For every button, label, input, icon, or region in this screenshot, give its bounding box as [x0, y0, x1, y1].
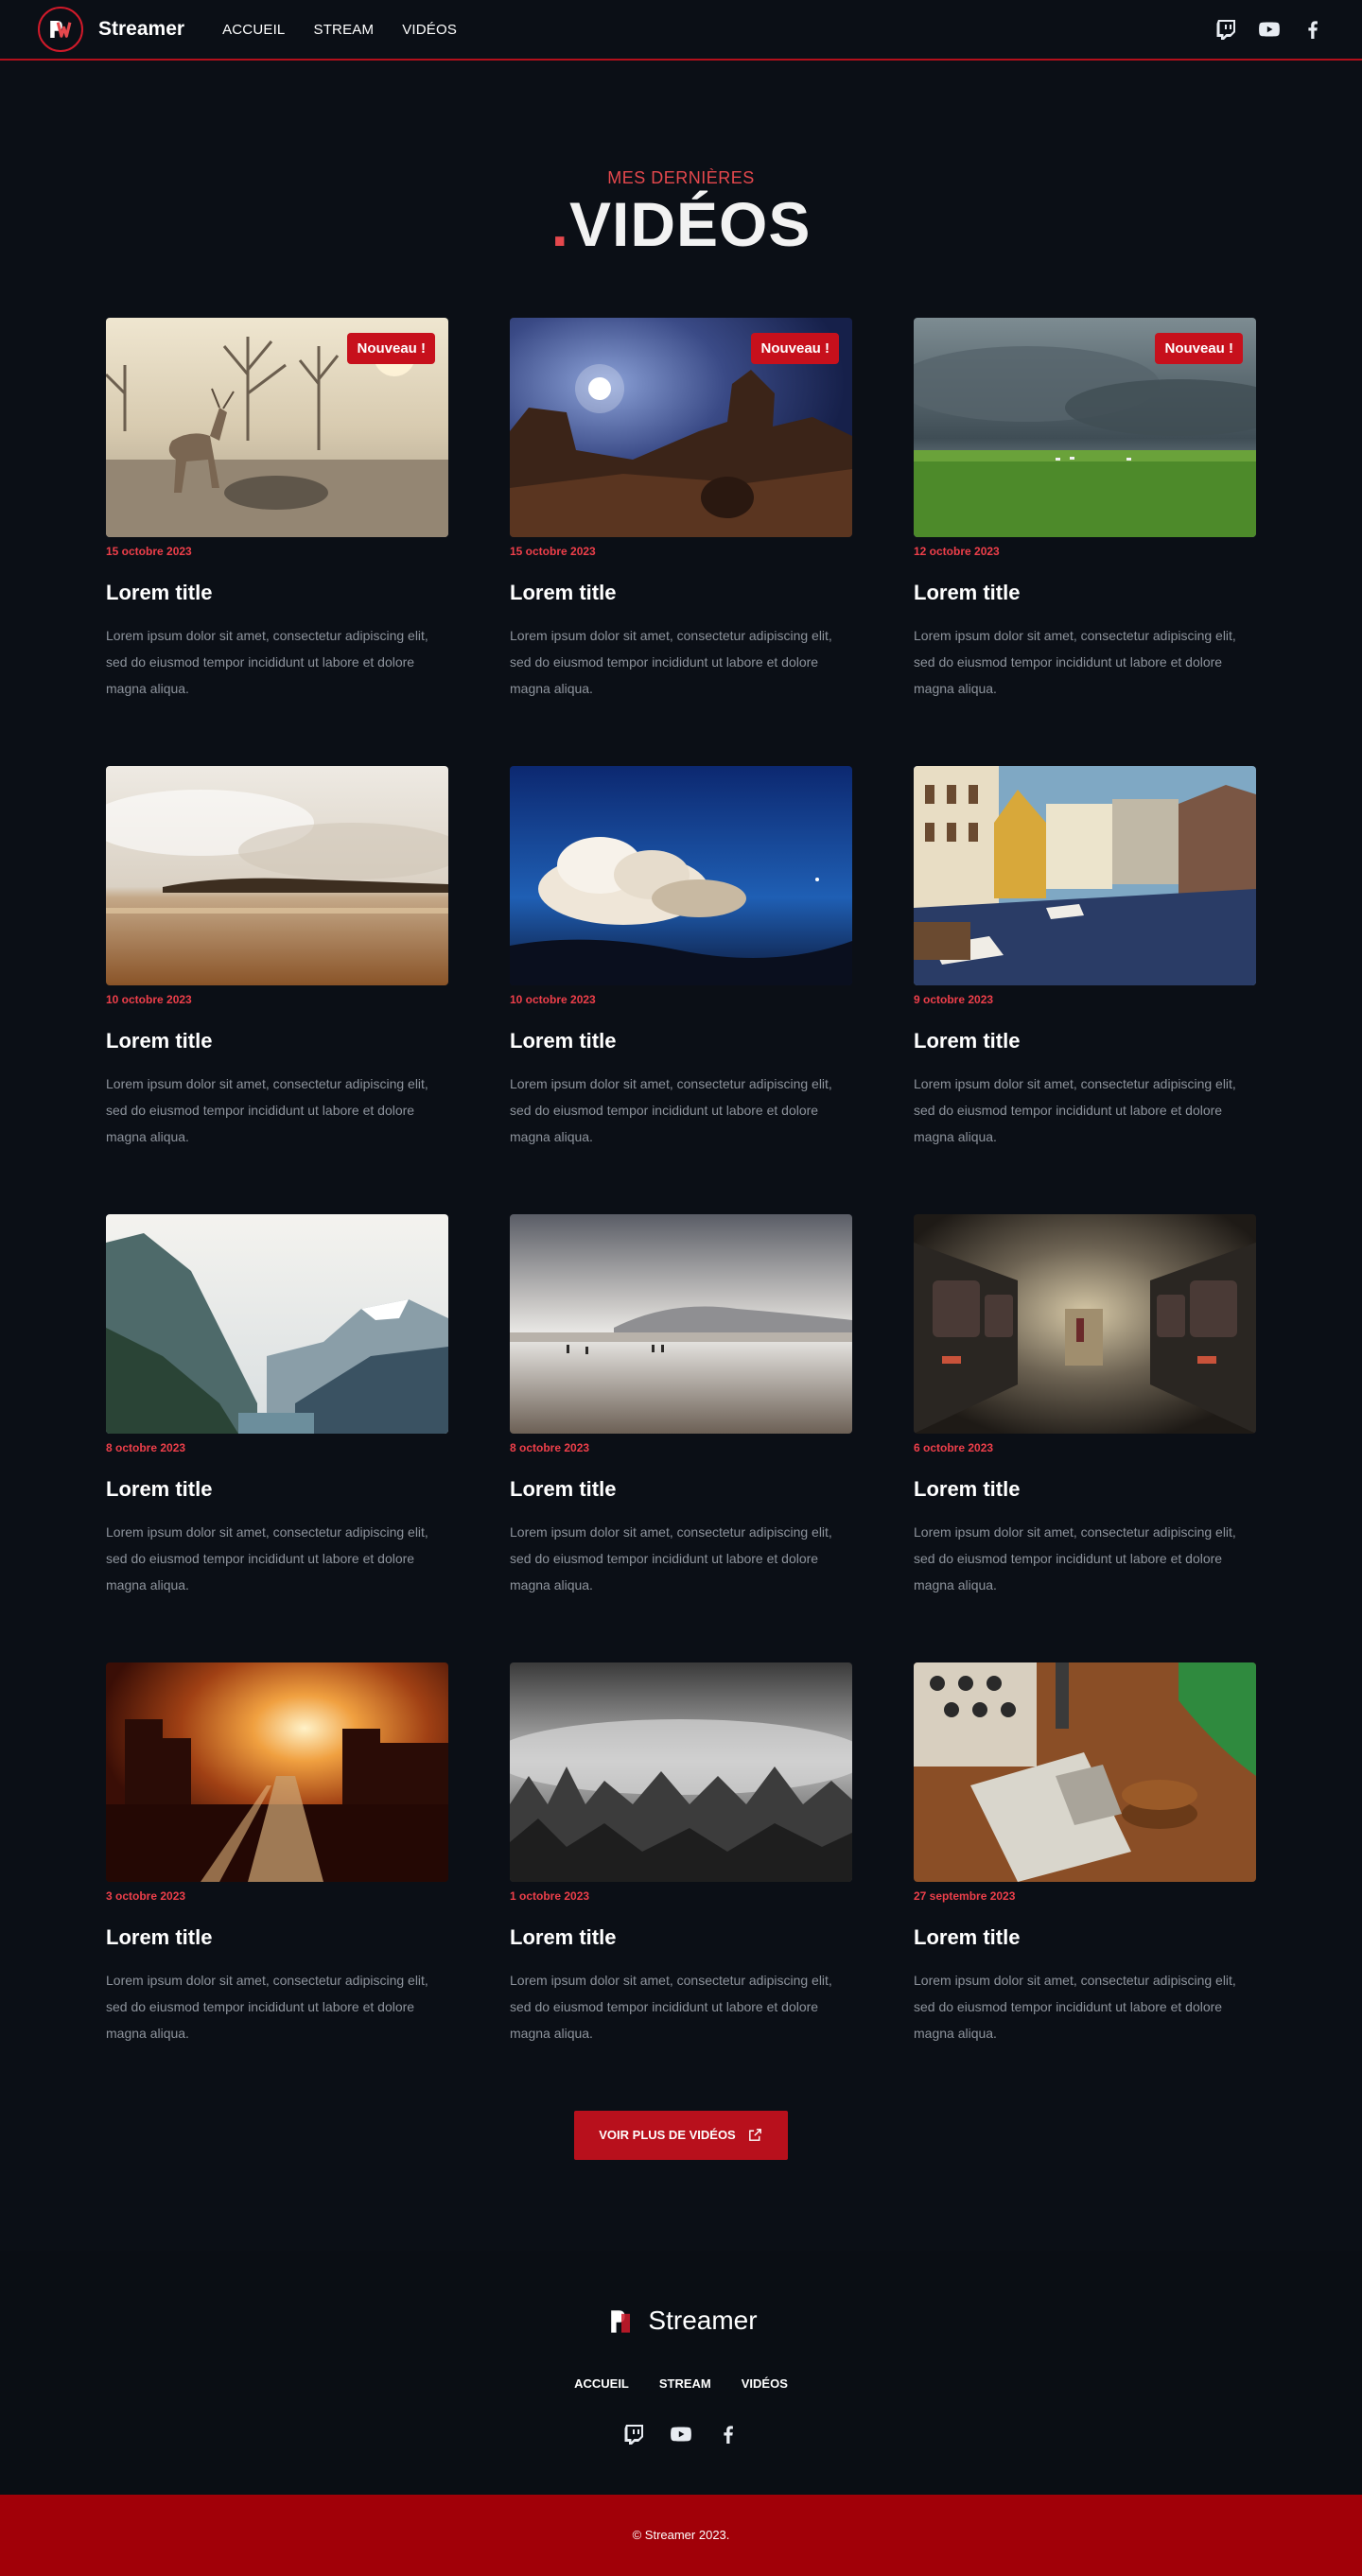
external-link-icon [748, 2129, 761, 2141]
nav-home[interactable]: ACCUEIL [222, 22, 285, 38]
footer-nav: ACCUEIL STREAM VIDÉOS [0, 2376, 1362, 2391]
nav-stream[interactable]: STREAM [313, 22, 374, 38]
video-title: Lorem title [510, 580, 617, 604]
video-date: 8 octobre 2023 [106, 1440, 186, 1454]
brand-name: Streamer [98, 18, 185, 40]
video-title: Lorem title [106, 1924, 213, 1949]
video-card[interactable]: 9 octobre 2023 Lorem title Lorem ipsum d… [914, 765, 1256, 1150]
video-description: Lorem ipsum dolor sit amet, consectetur … [914, 627, 1236, 696]
twitch-icon[interactable] [1214, 18, 1237, 41]
video-date: 8 octobre 2023 [510, 1440, 590, 1454]
facebook-icon[interactable] [717, 2423, 740, 2445]
video-title: Lorem title [106, 1028, 213, 1053]
site-footer: Streamer ACCUEIL STREAM VIDÉOS © Streame… [0, 2250, 1362, 2576]
video-description: Lorem ipsum dolor sit amet, consectetur … [914, 1075, 1236, 1144]
footer-nav-videos[interactable]: VIDÉOS [742, 2376, 788, 2391]
footer-social [0, 2423, 1362, 2495]
nav-videos[interactable]: VIDÉOS [402, 22, 457, 38]
video-date: 15 octobre 2023 [510, 544, 596, 558]
video-card[interactable]: 3 octobre 2023 Lorem title Lorem ipsum d… [106, 1662, 448, 2046]
video-thumbnail [914, 1213, 1256, 1434]
footer-nav-home[interactable]: ACCUEIL [574, 2376, 629, 2391]
footer-brand-name: Streamer [648, 2305, 758, 2335]
copyright-text: © Streamer 2023. [632, 2528, 730, 2543]
video-card[interactable]: Nouveau ! 15 octobre 2023 Lorem title Lo… [106, 317, 448, 702]
video-card[interactable]: 10 octobre 2023 Lorem title Lorem ipsum … [106, 765, 448, 1150]
video-card[interactable]: 10 octobre 2023 Lorem title Lorem ipsum … [510, 765, 852, 1150]
video-description: Lorem ipsum dolor sit amet, consectetur … [106, 1075, 428, 1144]
video-date: 15 octobre 2023 [106, 544, 192, 558]
video-card[interactable]: 8 octobre 2023 Lorem title Lorem ipsum d… [510, 1213, 852, 1598]
more-videos-wrap: VOIR PLUS DE VIDÉOS [0, 2110, 1362, 2160]
video-grid: Nouveau ! 15 octobre 2023 Lorem title Lo… [106, 317, 1256, 2046]
logo-icon [611, 2309, 631, 2333]
video-date: 10 octobre 2023 [106, 992, 192, 1006]
video-date: 12 octobre 2023 [914, 544, 1000, 558]
video-date: 9 octobre 2023 [914, 992, 994, 1006]
video-description: Lorem ipsum dolor sit amet, consectetur … [106, 1523, 428, 1593]
video-thumbnail [106, 1213, 448, 1434]
new-badge: Nouveau ! [1155, 332, 1243, 364]
video-thumbnail: Nouveau ! [510, 317, 852, 537]
video-date: 3 octobre 2023 [106, 1888, 186, 1903]
video-title: Lorem title [106, 580, 213, 604]
video-thumbnail [510, 765, 852, 985]
video-card[interactable]: 27 septembre 2023 Lorem title Lorem ipsu… [914, 1662, 1256, 2046]
video-description: Lorem ipsum dolor sit amet, consectetur … [510, 1523, 832, 1593]
video-title: Lorem title [914, 1028, 1021, 1053]
video-description: Lorem ipsum dolor sit amet, consectetur … [510, 627, 832, 696]
header-social [1214, 18, 1324, 41]
youtube-icon[interactable] [670, 2423, 692, 2445]
video-thumbnail [510, 1213, 852, 1434]
new-badge: Nouveau ! [347, 332, 435, 364]
video-thumbnail [510, 1662, 852, 1882]
video-thumbnail [106, 1662, 448, 1882]
video-thumbnail [106, 765, 448, 985]
video-description: Lorem ipsum dolor sit amet, consectetur … [914, 1972, 1236, 2041]
video-title: Lorem title [510, 1028, 617, 1053]
title-text: VIDÉOS [568, 189, 812, 259]
videos-section-head: MES DERNIÈRES .VIDÉOS [0, 61, 1362, 259]
main-nav: ACCUEIL STREAM VIDÉOS [222, 22, 457, 38]
video-title: Lorem title [106, 1476, 213, 1501]
facebook-icon[interactable] [1301, 18, 1324, 41]
video-card[interactable]: 1 octobre 2023 Lorem title Lorem ipsum d… [510, 1662, 852, 2046]
video-card[interactable]: 8 octobre 2023 Lorem title Lorem ipsum d… [106, 1213, 448, 1598]
video-card[interactable]: Nouveau ! 15 octobre 2023 Lorem title Lo… [510, 317, 852, 702]
site-header: Streamer ACCUEIL STREAM VIDÉOS [0, 0, 1362, 61]
video-title: Lorem title [510, 1476, 617, 1501]
video-thumbnail: Nouveau ! [914, 317, 1256, 537]
video-thumbnail [914, 1662, 1256, 1882]
video-title: Lorem title [914, 1476, 1021, 1501]
youtube-icon[interactable] [1258, 18, 1281, 41]
video-title: Lorem title [914, 1924, 1021, 1949]
section-title: .VIDÉOS [0, 190, 1362, 259]
video-date: 27 septembre 2023 [914, 1888, 1016, 1903]
video-card[interactable]: Nouveau ! 12 octobre 2023 Lorem title Lo… [914, 317, 1256, 702]
video-description: Lorem ipsum dolor sit amet, consectetur … [106, 1972, 428, 2041]
video-date: 6 octobre 2023 [914, 1440, 994, 1454]
more-videos-label: VOIR PLUS DE VIDÉOS [599, 2128, 736, 2143]
footer-nav-stream[interactable]: STREAM [659, 2376, 711, 2391]
video-card[interactable]: 6 octobre 2023 Lorem title Lorem ipsum d… [914, 1213, 1256, 1598]
video-description: Lorem ipsum dolor sit amet, consectetur … [106, 627, 428, 696]
brand[interactable]: Streamer [38, 7, 184, 52]
video-title: Lorem title [914, 580, 1021, 604]
video-date: 10 octobre 2023 [510, 992, 596, 1006]
video-thumbnail: Nouveau ! [106, 317, 448, 537]
title-dot: . [550, 189, 569, 259]
copyright-bar: © Streamer 2023. [0, 2494, 1362, 2576]
more-videos-button[interactable]: VOIR PLUS DE VIDÉOS [574, 2110, 788, 2160]
video-title: Lorem title [510, 1924, 617, 1949]
twitch-icon[interactable] [622, 2423, 645, 2445]
video-thumbnail [914, 765, 1256, 985]
video-description: Lorem ipsum dolor sit amet, consectetur … [914, 1523, 1236, 1593]
video-date: 1 octobre 2023 [510, 1888, 590, 1903]
video-description: Lorem ipsum dolor sit amet, consectetur … [510, 1972, 832, 2041]
footer-brand[interactable]: Streamer [604, 2304, 758, 2338]
section-eyebrow: MES DERNIÈRES [607, 168, 755, 187]
video-description: Lorem ipsum dolor sit amet, consectetur … [510, 1075, 832, 1144]
logo-icon [38, 7, 83, 52]
new-badge: Nouveau ! [751, 332, 839, 364]
